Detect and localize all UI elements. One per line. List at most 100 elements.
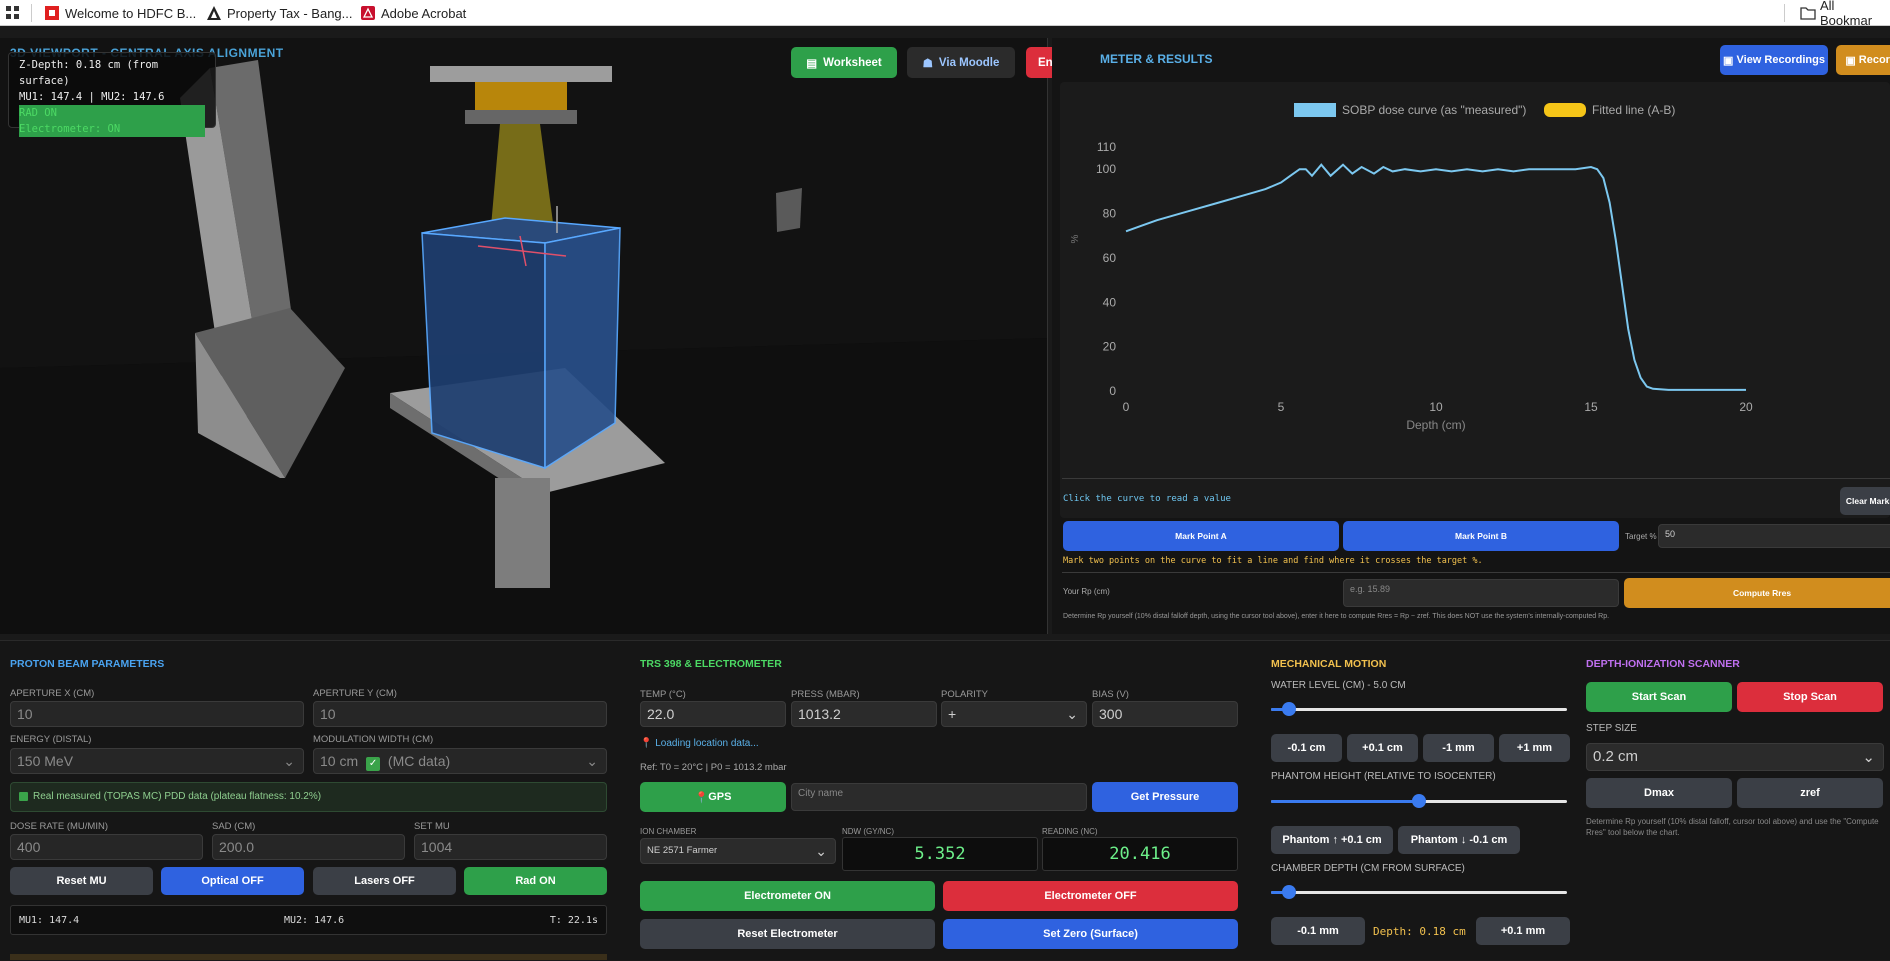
- rad-toggle[interactable]: Rad ON: [464, 867, 607, 895]
- bookmark-property-tax[interactable]: Property Tax - Bang...: [207, 4, 353, 22]
- water-plus-cm-button[interactable]: +0.1 cm: [1347, 734, 1418, 762]
- polarity-select[interactable]: + ⌄: [941, 701, 1087, 727]
- divider: [31, 4, 32, 22]
- rp-input[interactable]: e.g. 15.89: [1343, 579, 1619, 607]
- phantom-up-button[interactable]: Phantom ↑ +0.1 cm: [1271, 826, 1393, 854]
- phantom-label: PHANTOM HEIGHT (RELATIVE TO ISOCENTER): [1271, 771, 1496, 782]
- water-level-slider[interactable]: [1271, 702, 1567, 716]
- mod-label: MODULATION WIDTH (CM): [313, 734, 434, 745]
- water-plus-mm-button[interactable]: +1 mm: [1499, 734, 1570, 762]
- legend-swatch-fitted: [1544, 103, 1586, 117]
- via-moodle-button[interactable]: ☗ Via Moodle: [907, 47, 1015, 78]
- dose-rate-input[interactable]: 400: [10, 834, 203, 860]
- instruction-text: Mark two points on the curve to fit a li…: [1063, 556, 1483, 566]
- control-panels: PROTON BEAM PARAMETERS APERTURE X (CM) 1…: [0, 640, 1890, 960]
- press-label: PRESS (MBAR): [791, 689, 860, 700]
- mu2-readout: MU2: 147.6: [284, 915, 345, 926]
- bookmark-acrobat[interactable]: Adobe Acrobat: [361, 4, 466, 22]
- reading-display: 20.416: [1042, 837, 1238, 871]
- aperture-x-input[interactable]: 10: [10, 701, 304, 727]
- bias-input[interactable]: 300: [1092, 701, 1238, 727]
- mark-point-a-button[interactable]: Mark Point A: [1063, 521, 1339, 551]
- check-icon: [19, 792, 28, 801]
- depth-minus-button[interactable]: -0.1 mm: [1271, 917, 1365, 945]
- slider-thumb[interactable]: [1281, 885, 1296, 899]
- scanner-note: Determine Rp yourself (10% distal fallof…: [1586, 817, 1879, 837]
- chevron-down-icon: ⌄: [1862, 749, 1875, 766]
- aperture-x-label: APERTURE X (CM): [10, 688, 95, 699]
- depth-plus-button[interactable]: +0.1 mm: [1476, 917, 1570, 945]
- trs-panel: TRS 398 & ELECTROMETER TEMP (°C) 22.0 PR…: [630, 641, 1250, 961]
- clear-marks-button[interactable]: Clear Marks: [1840, 487, 1890, 515]
- dose-chart[interactable]: 0 20 40 60 80 100 110 0 5 10 15 20 Depth (cm)% SOBP d…: [1060, 82, 1890, 518]
- compute-rres-button[interactable]: Compute Rres: [1624, 578, 1890, 608]
- rp-note: Determine Rp yourself (10% distal fallof…: [1063, 613, 1610, 620]
- x-tick-label: 5: [1278, 400, 1285, 414]
- optical-toggle[interactable]: Optical OFF: [161, 867, 304, 895]
- divider: [1784, 4, 1785, 22]
- y-tick-label: 40: [1103, 295, 1117, 309]
- bookmark-label: Property Tax - Bang...: [227, 5, 353, 21]
- water-minus-mm-button[interactable]: -1 mm: [1423, 734, 1494, 762]
- energy-select[interactable]: 150 MeV ⌄: [10, 748, 304, 774]
- laser-unit: [776, 188, 802, 232]
- time-readout: T: 22.1s: [549, 915, 598, 926]
- worksheet-button[interactable]: ▤ Worksheet: [791, 47, 897, 78]
- check-icon: ✓: [366, 757, 381, 771]
- chamber-select[interactable]: NE 2571 Farmer ⌄: [640, 838, 836, 864]
- water-minus-cm-button[interactable]: -0.1 cm: [1271, 734, 1342, 762]
- reset-mu-button[interactable]: Reset MU: [10, 867, 153, 895]
- gps-button[interactable]: 📍 GPS: [640, 782, 786, 812]
- apps-grid-icon[interactable]: [6, 4, 20, 22]
- y-tick-label: 0: [1109, 384, 1116, 398]
- all-bookmarks[interactable]: All Bookmar: [1800, 0, 1890, 28]
- start-scan-button[interactable]: Start Scan: [1586, 682, 1732, 712]
- legend-label-fitted: Fitted line (A-B): [1592, 103, 1675, 117]
- slider-thumb[interactable]: [1412, 794, 1426, 808]
- electrometer-off-button[interactable]: Electrometer OFF: [943, 881, 1238, 911]
- phantom-down-button[interactable]: Phantom ↓ -0.1 cm: [1398, 826, 1520, 854]
- set-zero-button[interactable]: Set Zero (Surface): [943, 919, 1238, 949]
- modulation-select[interactable]: 10 cm ✓ (MC data) ⌄: [313, 748, 607, 774]
- set-mu-label: SET MU: [414, 821, 450, 832]
- scanner-title: DEPTH-IONIZATION SCANNER: [1586, 658, 1740, 670]
- mark-point-b-button[interactable]: Mark Point B: [1343, 521, 1619, 551]
- chamber-depth-slider[interactable]: [1271, 885, 1567, 899]
- aperture-y-input[interactable]: 10: [313, 701, 607, 727]
- dose-rate-label: DOSE RATE (MU/MIN): [10, 821, 108, 832]
- progress-strip: [10, 954, 607, 960]
- folder-icon: [1800, 6, 1816, 20]
- depth-readout: Depth: 0.18 cm: [1373, 925, 1466, 938]
- 3d-viewport[interactable]: 3D VIEWPORT - CENTRAL AXIS ALIGNMENT Z-D…: [0, 38, 1048, 634]
- dmax-button[interactable]: Dmax: [1586, 778, 1732, 808]
- y-tick-label: 20: [1103, 340, 1117, 354]
- lasers-toggle[interactable]: Lasers OFF: [313, 867, 456, 895]
- city-input[interactable]: City name: [791, 783, 1087, 811]
- slider-thumb[interactable]: [1281, 702, 1296, 716]
- press-input[interactable]: 1013.2: [791, 701, 937, 727]
- y-tick-label: 100: [1096, 162, 1116, 176]
- sobp-series-line: [1125, 163, 1746, 391]
- document-icon: ▤: [806, 57, 818, 70]
- pin-icon: 📍: [694, 791, 709, 804]
- electrometer-on-button[interactable]: Electrometer ON: [640, 881, 935, 911]
- y-tick-label: 60: [1103, 251, 1117, 265]
- phantom-height-slider[interactable]: [1271, 794, 1567, 808]
- chevron-down-icon: ⌄: [1066, 706, 1078, 722]
- legend-swatch-sobp: [1294, 103, 1336, 117]
- sad-input[interactable]: 200.0: [212, 834, 405, 860]
- step-size-select[interactable]: 0.2 cm ⌄: [1586, 743, 1884, 771]
- record-button[interactable]: ▣ Record: [1836, 45, 1890, 75]
- get-pressure-button[interactable]: Get Pressure: [1092, 782, 1238, 812]
- stop-scan-button[interactable]: Stop Scan: [1737, 682, 1883, 712]
- bookmark-hdfc[interactable]: Welcome to HDFC B...: [45, 4, 196, 22]
- target-input[interactable]: 50: [1658, 524, 1890, 548]
- reset-electrometer-button[interactable]: Reset Electrometer: [640, 919, 935, 949]
- set-mu-input[interactable]: 1004: [414, 834, 607, 860]
- view-recordings-button[interactable]: ▣ View Recordings: [1720, 45, 1828, 75]
- zref-button[interactable]: zref: [1737, 778, 1883, 808]
- y-tick-label: 110: [1097, 140, 1116, 154]
- chevron-down-icon: ⌄: [815, 843, 827, 859]
- reference-conditions: Ref: T0 = 20°C | P0 = 1013.2 mbar: [640, 762, 787, 773]
- temp-input[interactable]: 22.0: [640, 701, 786, 727]
